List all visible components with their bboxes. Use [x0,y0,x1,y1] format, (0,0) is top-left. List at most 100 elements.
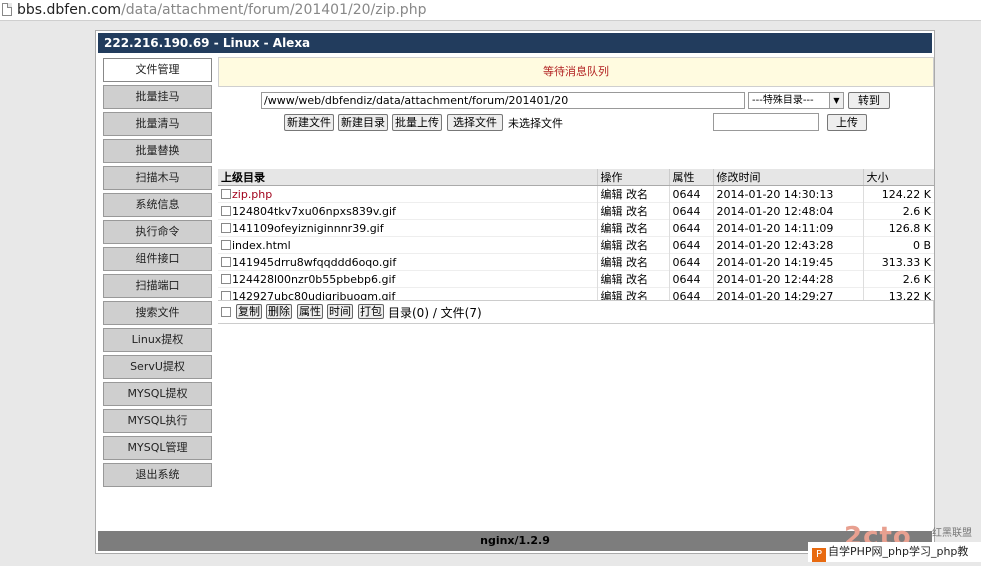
choose-file-button[interactable]: 选择文件 [447,114,503,131]
server-status: nginx/1.2.9 [98,531,932,551]
mtime-cell[interactable]: 2014-01-20 14:19:45 [712,253,863,271]
upload-row: 新建文件 新建目录 批量上传 选择文件 未选择文件 上传 [218,112,934,134]
edit-link[interactable]: 编辑 [601,256,623,269]
main-panel: 等待消息队列 ---特殊目录--- ▼ 转到 新建文件 新建目录 批量上传 选择… [218,57,934,324]
size-cell: 2.6 K [862,270,934,288]
url-text[interactable]: bbs.dbfen.com/data/attachment/forum/2014… [17,0,426,20]
sidebar-item-13[interactable]: MYSQL执行 [103,409,212,433]
pack-button[interactable]: 打包 [358,304,384,319]
upload-button[interactable]: 上传 [827,114,867,131]
table-row[interactable]: 141109ofeyizniginnnr39.gif 编辑 改名 0644 2014-… [218,219,934,237]
sidebar-item-10[interactable]: Linux提权 [103,328,212,352]
sidebar-item-14[interactable]: MYSQL管理 [103,436,212,460]
shell-window: 222.216.190.69 - Linux - Alexa 文件管理批量挂马批… [95,30,935,554]
rename-link[interactable]: 改名 [626,239,648,252]
copy-button[interactable]: 复制 [236,304,262,319]
sidebar-item-15[interactable]: 退出系统 [103,463,212,487]
file-name-link[interactable]: index.html [232,239,291,252]
sidebar-item-7[interactable]: 组件接口 [103,247,212,271]
attr-cell[interactable]: 0644 [668,270,713,288]
file-rows: zip.php 编辑 改名 0644 2014-01-20 14:30:13 124.2… [218,185,934,305]
file-name-link[interactable]: 124428l00nzr0b55pbebp6.gif [232,273,395,286]
ops-cell: 编辑 改名 [596,219,669,237]
table-row[interactable]: index.html 编辑 改名 0644 2014-01-20 12:43:28 0 … [218,236,934,254]
row-checkbox[interactable] [221,256,231,267]
rename-link[interactable]: 改名 [626,205,648,218]
sidebar-item-4[interactable]: 扫描木马 [103,166,212,190]
select-all-checkbox[interactable] [221,307,231,317]
table-row[interactable]: 124804tkv7xu06npxs839v.gif 编辑 改名 0644 2014-… [218,202,934,220]
attr-cell[interactable]: 0644 [668,202,713,220]
attr-cell[interactable]: 0644 [668,253,713,271]
row-checkbox[interactable] [221,222,231,233]
message-bar: 等待消息队列 [218,57,934,87]
delete-button[interactable]: 删除 [266,304,292,319]
path-input[interactable] [261,92,745,109]
time-button[interactable]: 时间 [327,304,353,319]
size-cell: 124.22 K [862,185,934,203]
table-row[interactable]: zip.php 编辑 改名 0644 2014-01-20 14:30:13 124.2… [218,185,934,203]
rename-link[interactable]: 改名 [626,256,648,269]
rename-link[interactable]: 改名 [626,273,648,286]
special-dir-selected: ---特殊目录--- [752,95,814,106]
sidebar-item-11[interactable]: ServU提权 [103,355,212,379]
table-row[interactable]: 124428l00nzr0b55pbebp6.gif 编辑 改名 0644 2014-… [218,270,934,288]
sidebar-item-6[interactable]: 执行命令 [103,220,212,244]
col-attr: 属性 [668,169,713,186]
sidebar-item-2[interactable]: 批量清马 [103,112,212,136]
mtime-cell[interactable]: 2014-01-20 12:43:28 [712,236,863,254]
size-cell: 313.33 K [862,253,934,271]
attr-cell[interactable]: 0644 [668,236,713,254]
new-file-button[interactable]: 新建文件 [284,114,334,131]
file-cell: 124428l00nzr0b55pbebp6.gif [218,271,597,288]
edit-link[interactable]: 编辑 [601,222,623,235]
table-row[interactable]: 141945drru8wfqqddd6oqo.gif 编辑 改名 0644 2014-… [218,253,934,271]
attr-button[interactable]: 属性 [297,304,323,319]
file-cell: 124804tkv7xu06npxs839v.gif [218,203,597,220]
rename-link[interactable]: 改名 [626,222,648,235]
sidebar-item-12[interactable]: MYSQL提权 [103,382,212,406]
sidebar-item-5[interactable]: 系统信息 [103,193,212,217]
row-checkbox[interactable] [221,205,231,216]
page-icon [2,3,12,16]
go-button[interactable]: 转到 [848,92,890,109]
watermark-side-text: 红黑联盟 [932,528,972,539]
file-name-link[interactable]: 141945drru8wfqqddd6oqo.gif [232,256,396,269]
attr-cell[interactable]: 0644 [668,219,713,237]
edit-link[interactable]: 编辑 [601,273,623,286]
php-icon: P [812,548,826,562]
upload-target-input[interactable] [713,113,819,131]
row-checkbox[interactable] [221,239,231,250]
sidebar-item-8[interactable]: 扫描端口 [103,274,212,298]
mtime-cell[interactable]: 2014-01-20 14:11:09 [712,219,863,237]
browser-address-bar[interactable]: bbs.dbfen.com/data/attachment/forum/2014… [0,0,981,21]
mtime-cell[interactable]: 2014-01-20 12:44:28 [712,270,863,288]
edit-link[interactable]: 编辑 [601,239,623,252]
path-row: ---特殊目录--- ▼ 转到 [218,90,934,112]
batch-upload-button[interactable]: 批量上传 [392,114,442,131]
row-checkbox[interactable] [221,273,231,284]
parent-dir-link[interactable]: 上级目录 [218,169,597,186]
attr-cell[interactable]: 0644 [668,185,713,203]
sidebar-item-3[interactable]: 批量替换 [103,139,212,163]
sidebar-item-1[interactable]: 批量挂马 [103,85,212,109]
rename-link[interactable]: 改名 [626,188,648,201]
sidebar-item-9[interactable]: 搜索文件 [103,301,212,325]
file-name-link[interactable]: 124804tkv7xu06npxs839v.gif [232,205,396,218]
file-table: 上级目录 操作 属性 修改时间 大小 zip.php 编辑 改名 0644 2014-… [218,169,934,305]
file-name-link[interactable]: zip.php [232,188,272,201]
row-checkbox[interactable] [221,188,231,199]
edit-link[interactable]: 编辑 [601,205,623,218]
watermark-caption: P 自学PHP网_php学习_php教 [808,542,981,562]
ops-cell: 编辑 改名 [596,270,669,288]
new-dir-button[interactable]: 新建目录 [338,114,388,131]
window-title: 222.216.190.69 - Linux - Alexa [98,33,932,53]
file-cell: 141109ofeyizniginnnr39.gif [218,220,597,237]
special-dir-select[interactable]: ---特殊目录--- ▼ [748,92,844,109]
mtime-cell[interactable]: 2014-01-20 12:48:04 [712,202,863,220]
edit-link[interactable]: 编辑 [601,188,623,201]
mtime-cell[interactable]: 2014-01-20 14:30:13 [712,185,863,203]
sidebar-item-0[interactable]: 文件管理 [103,58,212,82]
file-name-link[interactable]: 141109ofeyizniginnnr39.gif [232,222,384,235]
row-checkbox[interactable] [221,290,231,301]
